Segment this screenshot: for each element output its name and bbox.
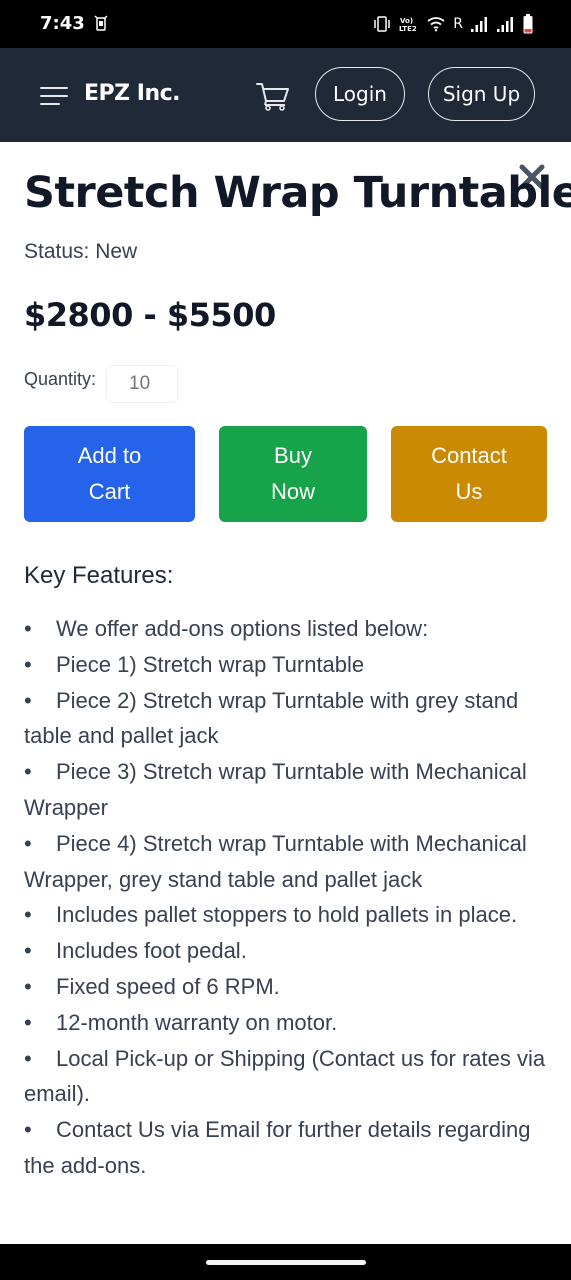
hamburger-icon[interactable] (40, 85, 68, 107)
svg-text:LTE2: LTE2 (399, 25, 417, 33)
bullet: • (24, 1045, 32, 1071)
contact-us-button[interactable]: Contact Us (391, 426, 547, 522)
bullet: • (24, 687, 32, 713)
product-title: Stretch Wrap Turntable (24, 168, 571, 218)
feature-text: Piece 2) Stretch wrap Turntable with gre… (24, 687, 519, 749)
quantity-input[interactable] (106, 365, 178, 403)
product-price: $2800 - $5500 (24, 296, 276, 334)
features-heading: Key Features: (24, 562, 174, 589)
features-list: • We offer add-ons options listed below: … (24, 611, 554, 1184)
bullet: • (24, 938, 32, 964)
feature-text: Fixed speed of 6 RPM. (56, 973, 280, 999)
buy-now-label-line2: Now (270, 479, 315, 504)
list-item: • Fixed speed of 6 RPM. (24, 969, 554, 1005)
svg-text:Vo): Vo) (400, 17, 413, 25)
brand-logo[interactable]: EPZ Inc. (84, 81, 181, 106)
quantity-label: Quantity: (24, 369, 97, 389)
list-item: • Includes pallet stoppers to hold pallet… (24, 897, 554, 933)
volte-icon: Vo) LTE2 (399, 17, 417, 33)
feature-text: Piece 3) Stretch wrap Turntable with Mec… (24, 759, 527, 820)
feature-text: Includes foot pedal. (56, 938, 247, 964)
signal-icon (471, 17, 487, 32)
feature-text: Includes pallet stoppers to hold pallets… (56, 902, 518, 928)
system-nav-bar (0, 1244, 571, 1280)
status-icons: Vo) LTE2 R (373, 12, 533, 36)
list-item: • Piece 2) Stretch wrap Turntable with gr… (24, 683, 554, 755)
notification-icon (94, 15, 108, 31)
buy-now-button[interactable]: Buy Now (219, 426, 367, 522)
contact-us-label-line1: Contact (431, 443, 507, 468)
feature-text: We offer add-ons options listed below: (56, 616, 429, 641)
roaming-indicator: R (453, 16, 463, 32)
bullet: • (24, 973, 32, 999)
feature-text: Contact Us via Email for further details… (24, 1117, 531, 1178)
list-item: • Local Pick-up or Shipping (Contact us f… (24, 1041, 554, 1113)
feature-text: 12-month warranty on motor. (56, 1009, 338, 1035)
vibrate-icon (374, 16, 391, 32)
list-item: • Contact Us via Email for further detail… (24, 1112, 554, 1184)
login-button[interactable]: Login (315, 67, 405, 121)
battery-icon (523, 14, 533, 34)
bullet: • (24, 902, 32, 928)
buy-now-label-line1: Buy (274, 443, 312, 468)
add-to-cart-label-line2: Cart (88, 479, 131, 504)
status-time: 7:43 (40, 13, 85, 34)
bullet: • (24, 651, 32, 677)
list-item: • Piece 4) Stretch wrap Turntable with Me… (24, 826, 554, 898)
wifi-icon (427, 17, 445, 32)
bullet: • (24, 759, 32, 785)
list-item: • Piece 3) Stretch wrap Turntable with Me… (24, 754, 554, 826)
add-to-cart-button[interactable]: Add to Cart (24, 426, 195, 522)
add-to-cart-label-line1: Add to (77, 443, 142, 468)
bullet: • (24, 1009, 32, 1035)
contact-us-label-line2: Us (455, 479, 483, 504)
list-item: • 12-month warranty on motor. (24, 1005, 554, 1041)
bullet: • (24, 1117, 32, 1143)
list-item: • We offer add-ons options listed below: (24, 611, 554, 647)
signal-icon (497, 17, 513, 32)
feature-text: Local Pick-up or Shipping (Contact us fo… (24, 1045, 546, 1107)
feature-text: Piece 1) Stretch wrap Turntable (56, 651, 365, 677)
cart-icon[interactable] (256, 81, 290, 111)
signup-button[interactable]: Sign Up (428, 67, 535, 121)
bullet: • (24, 830, 32, 856)
feature-text: Piece 4) Stretch wrap Turntable with Mec… (24, 830, 527, 892)
list-item: • Piece 1) Stretch wrap Turntable (24, 647, 554, 683)
list-item: • Includes foot pedal. (24, 933, 554, 969)
status-bar: 7:43 Vo) LTE2 R (0, 0, 571, 48)
bullet: • (24, 616, 32, 641)
product-status: Status: New (24, 240, 138, 263)
top-navbar: EPZ Inc. Login Sign Up (0, 48, 571, 142)
home-indicator[interactable] (206, 1260, 366, 1265)
